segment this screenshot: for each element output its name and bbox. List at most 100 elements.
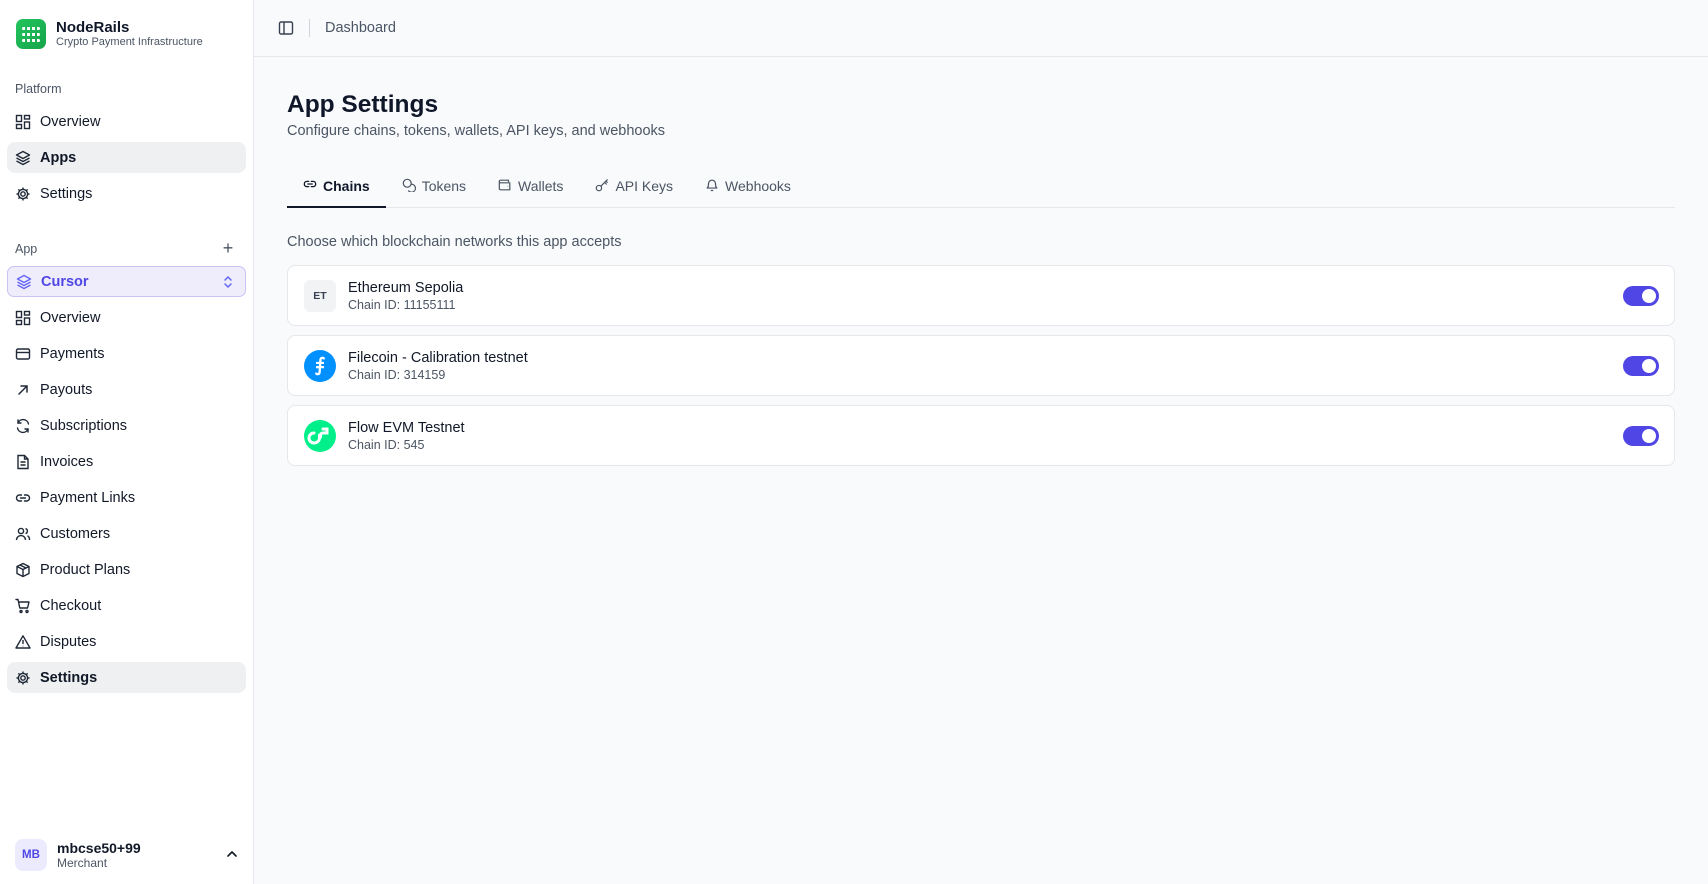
sidebar-item-label: Apps [40,149,77,166]
dashboard-icon [15,114,31,130]
layers-icon [15,150,31,166]
chains-hint: Choose which blockchain networks this ap… [287,234,622,250]
page-subtitle: Configure chains, tokens, wallets, API k… [287,123,666,139]
tab-label: Wallets [518,178,564,194]
gear-icon [15,186,31,202]
sidebar-item-payments[interactable]: Payments [7,338,246,369]
chain-toggle-ethereum-sepolia[interactable] [1623,286,1659,306]
topbar: Dashboard [254,0,1708,57]
sidebar-item-label: Payments [40,345,105,362]
sidebar-item-label: Product Plans [40,561,131,578]
chain-id: Chain ID: 545 [348,437,425,452]
arrow-up-right-icon [15,382,31,398]
sidebar-item-label: Disputes [40,633,97,650]
user-name: mbcse50+99 [57,839,141,856]
sidebar-item-customers[interactable]: Customers [7,518,246,549]
wallet-icon [498,178,512,195]
tab-label: Chains [323,177,370,194]
chain-toggle-flow-evm-testnet[interactable] [1623,426,1659,446]
link-icon [303,177,317,194]
user-role: Merchant [57,855,108,870]
warning-icon [15,634,31,650]
credit-card-icon [15,346,31,362]
sidebar-item-apps[interactable]: Apps [7,142,246,173]
sidebar-item-label: Settings [40,185,93,202]
brand[interactable]: NodeRails Crypto Payment Infrastructure [16,19,203,49]
sidebar-item-platform-settings[interactable]: Settings [7,178,246,209]
users-icon [15,526,31,542]
page-title: App Settings [287,91,439,118]
sidebar-item-invoices[interactable]: Invoices [7,446,246,477]
avatar: MB [15,839,47,871]
breadcrumb[interactable]: Dashboard [325,20,396,36]
chevrons-up-down-icon [221,274,235,290]
sidebar-item-platform-overview[interactable]: Overview [7,106,246,137]
document-icon [15,454,31,470]
chain-card-ethereum-sepolia: ET Ethereum Sepolia Chain ID: 11155111 [287,265,1675,326]
sidebar-item-label: Payment Links [40,489,136,506]
sidebar-item-label: Subscriptions [40,417,128,434]
chain-toggle-filecoin-calibration[interactable] [1623,356,1659,376]
chevron-up-icon [225,847,239,861]
tab-api-keys[interactable]: API Keys [579,165,689,207]
main-content: Dashboard App Settings Configure chains,… [254,0,1708,884]
sidebar-item-payouts[interactable]: Payouts [7,374,246,405]
refresh-icon [15,418,31,434]
selected-app-name: Cursor [41,273,89,290]
user-menu[interactable]: MB mbcse50+99 Merchant [15,839,239,871]
key-icon [595,178,609,195]
gear-icon [15,670,31,686]
tab-label: Tokens [421,178,467,194]
settings-tabs: Chains Tokens Wallets API Keys Webhooks [287,165,1675,208]
ethereum-sepolia-logo: ET [304,279,336,312]
brand-name: NodeRails [56,19,130,36]
tab-label: Webhooks [725,178,791,194]
chain-name: Filecoin - Calibration testnet [348,349,528,366]
sidebar-item-disputes[interactable]: Disputes [7,626,246,657]
sidebar-item-settings[interactable]: Settings [7,662,246,693]
sidebar-item-label: Overview [40,309,101,326]
layers-icon [16,274,32,290]
tab-webhooks[interactable]: Webhooks [689,165,807,207]
chain-card-flow-evm-testnet: Flow EVM Testnet Chain ID: 545 [287,405,1675,466]
toggle-knob [1642,289,1656,303]
sidebar-item-label: Customers [40,525,111,542]
sidebar-item-label: Invoices [40,453,94,470]
add-app-button[interactable]: + [220,239,236,257]
toggle-knob [1642,429,1656,443]
chain-id: Chain ID: 11155111 [348,297,456,312]
chain-name: Flow EVM Testnet [348,419,465,436]
topbar-divider [309,19,310,37]
package-icon [15,562,31,578]
tab-label: API Keys [615,178,674,194]
coins-icon [402,178,416,195]
tab-tokens[interactable]: Tokens [386,165,482,207]
sidebar-item-label: Payouts [40,381,93,398]
chain-card-filecoin-calibration: ⨎ Filecoin - Calibration testnet Chain I… [287,335,1675,396]
sidebar-item-subscriptions[interactable]: Subscriptions [7,410,246,441]
sidebar: NodeRails Crypto Payment Infrastructure … [0,0,254,884]
sidebar-item-label: Overview [40,113,101,130]
sidebar-item-payment-links[interactable]: Payment Links [7,482,246,513]
sidebar-item-label: Checkout [40,597,102,614]
bell-icon [705,178,719,195]
filecoin-logo-icon: ⨎ [304,349,336,382]
tab-chains[interactable]: Chains [287,165,386,208]
platform-section-label: Platform [15,82,62,96]
sidebar-item-checkout[interactable]: Checkout [7,590,246,621]
app-window: NodeRails Crypto Payment Infrastructure … [0,0,1708,884]
sidebar-item-product-plans[interactable]: Product Plans [7,554,246,585]
app-section-label: App [15,242,38,256]
cart-icon [15,598,31,614]
app-selector[interactable]: Cursor [7,266,246,297]
noderails-logo-icon [16,19,46,49]
chain-name: Ethereum Sepolia [348,279,464,296]
sidebar-toggle-icon[interactable] [278,20,294,36]
link-icon [15,490,31,506]
sidebar-item-overview[interactable]: Overview [7,302,246,333]
flow-logo-icon [304,419,336,452]
toggle-knob [1642,359,1656,373]
sidebar-item-label: Settings [40,669,98,686]
tab-wallets[interactable]: Wallets [482,165,579,207]
dashboard-icon [15,310,31,326]
